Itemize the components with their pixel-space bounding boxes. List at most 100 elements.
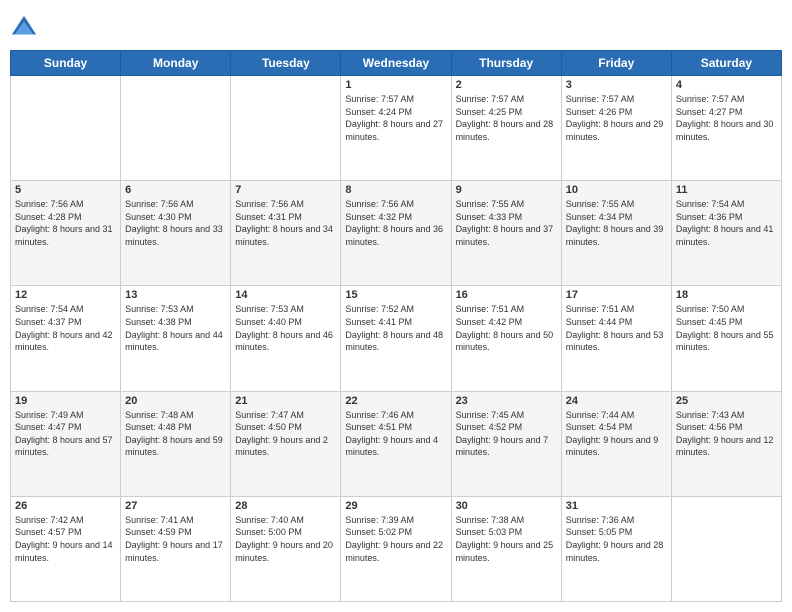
day-info: Sunrise: 7:53 AM Sunset: 4:40 PM Dayligh… [235,303,336,353]
calendar-cell-4-2: 20Sunrise: 7:48 AM Sunset: 4:48 PM Dayli… [121,391,231,496]
day-info: Sunrise: 7:56 AM Sunset: 4:32 PM Dayligh… [345,198,446,248]
day-info: Sunrise: 7:47 AM Sunset: 4:50 PM Dayligh… [235,409,336,459]
day-info: Sunrise: 7:55 AM Sunset: 4:33 PM Dayligh… [456,198,557,248]
weekday-header-thursday: Thursday [451,51,561,76]
weekday-header-sunday: Sunday [11,51,121,76]
day-info: Sunrise: 7:54 AM Sunset: 4:36 PM Dayligh… [676,198,777,248]
calendar-cell-3-7: 18 Sunrise: 7:50 AM Sunset: 4:45 PM Dayli… [671,286,781,391]
day-info: Sunrise: 7:45 AM Sunset: 4:52 PM Dayligh… [456,409,557,459]
day-number: 24 [566,395,667,407]
calendar-cell-3-3: 14 Sunrise: 7:53 AM Sunset: 4:40 PM Dayli… [231,286,341,391]
calendar-cell-4-4: 22Sunrise: 7:46 AM Sunset: 4:51 PM Dayli… [341,391,451,496]
calendar-body: 1 Sunrise: 7:57 AM Sunset: 4:24 PM Daylig… [11,76,782,602]
day-info: Sunrise: 7:46 AM Sunset: 4:51 PM Dayligh… [345,409,446,459]
calendar-cell-3-2: 13 Sunrise: 7:53 AM Sunset: 4:38 PM Dayli… [121,286,231,391]
calendar-cell-2-1: 5 Sunrise: 7:56 AM Sunset: 4:28 PM Daylig… [11,181,121,286]
calendar-cell-2-2: 6 Sunrise: 7:56 AM Sunset: 4:30 PM Daylig… [121,181,231,286]
day-number: 18 [676,289,777,301]
calendar-week-4: 19Sunrise: 7:49 AM Sunset: 4:47 PM Dayli… [11,391,782,496]
day-info: Sunrise: 7:38 AM Sunset: 5:03 PM Dayligh… [456,514,557,564]
day-info: Sunrise: 7:57 AM Sunset: 4:24 PM Dayligh… [345,93,446,143]
calendar-cell-5-7 [671,496,781,601]
calendar-cell-3-4: 15 Sunrise: 7:52 AM Sunset: 4:41 PM Dayli… [341,286,451,391]
day-number: 13 [125,289,226,301]
calendar-cell-5-4: 29Sunrise: 7:39 AM Sunset: 5:02 PM Dayli… [341,496,451,601]
day-number: 9 [456,184,557,196]
day-info: Sunrise: 7:51 AM Sunset: 4:42 PM Dayligh… [456,303,557,353]
day-number: 1 [345,79,446,91]
day-info: Sunrise: 7:50 AM Sunset: 4:45 PM Dayligh… [676,303,777,353]
logo [10,14,40,42]
day-info: Sunrise: 7:36 AM Sunset: 5:05 PM Dayligh… [566,514,667,564]
calendar-cell-4-5: 23 Sunrise: 7:45 AM Sunset: 4:52 PM Dayli… [451,391,561,496]
day-info: Sunrise: 7:56 AM Sunset: 4:30 PM Dayligh… [125,198,226,248]
calendar-cell-5-5: 30 Sunrise: 7:38 AM Sunset: 5:03 PM Dayli… [451,496,561,601]
calendar-cell-2-7: 11 Sunrise: 7:54 AM Sunset: 4:36 PM Dayli… [671,181,781,286]
day-info: Sunrise: 7:39 AM Sunset: 5:02 PM Dayligh… [345,514,446,564]
day-number: 12 [15,289,116,301]
calendar-cell-1-2 [121,76,231,181]
calendar-header: SundayMondayTuesdayWednesdayThursdayFrid… [11,51,782,76]
calendar-cell-2-6: 10 Sunrise: 7:55 AM Sunset: 4:34 PM Dayli… [561,181,671,286]
day-number: 21 [235,395,336,407]
day-info: Sunrise: 7:57 AM Sunset: 4:25 PM Dayligh… [456,93,557,143]
day-number: 4 [676,79,777,91]
day-number: 2 [456,79,557,91]
day-number: 14 [235,289,336,301]
day-number: 10 [566,184,667,196]
day-number: 11 [676,184,777,196]
day-number: 26 [15,500,116,512]
day-info: Sunrise: 7:52 AM Sunset: 4:41 PM Dayligh… [345,303,446,353]
calendar-week-2: 5 Sunrise: 7:56 AM Sunset: 4:28 PM Daylig… [11,181,782,286]
calendar-cell-4-3: 21 Sunrise: 7:47 AM Sunset: 4:50 PM Dayli… [231,391,341,496]
calendar-cell-1-7: 4 Sunrise: 7:57 AM Sunset: 4:27 PM Daylig… [671,76,781,181]
weekday-header-friday: Friday [561,51,671,76]
day-info: Sunrise: 7:56 AM Sunset: 4:28 PM Dayligh… [15,198,116,248]
calendar-cell-4-6: 24 Sunrise: 7:44 AM Sunset: 4:54 PM Dayli… [561,391,671,496]
day-number: 20 [125,395,226,407]
calendar-table: SundayMondayTuesdayWednesdayThursdayFrid… [10,50,782,602]
calendar-cell-1-4: 1 Sunrise: 7:57 AM Sunset: 4:24 PM Daylig… [341,76,451,181]
day-number: 31 [566,500,667,512]
calendar-cell-5-6: 31 Sunrise: 7:36 AM Sunset: 5:05 PM Dayli… [561,496,671,601]
day-info: Sunrise: 7:56 AM Sunset: 4:31 PM Dayligh… [235,198,336,248]
day-info: Sunrise: 7:57 AM Sunset: 4:27 PM Dayligh… [676,93,777,143]
day-number: 25 [676,395,777,407]
calendar-cell-2-4: 8 Sunrise: 7:56 AM Sunset: 4:32 PM Daylig… [341,181,451,286]
day-number: 16 [456,289,557,301]
weekday-header-tuesday: Tuesday [231,51,341,76]
day-number: 19 [15,395,116,407]
day-info: Sunrise: 7:40 AM Sunset: 5:00 PM Dayligh… [235,514,336,564]
calendar-cell-4-1: 19Sunrise: 7:49 AM Sunset: 4:47 PM Dayli… [11,391,121,496]
calendar-week-5: 26 Sunrise: 7:42 AM Sunset: 4:57 PM Dayli… [11,496,782,601]
day-info: Sunrise: 7:53 AM Sunset: 4:38 PM Dayligh… [125,303,226,353]
calendar-cell-1-6: 3Sunrise: 7:57 AM Sunset: 4:26 PM Daylig… [561,76,671,181]
calendar-cell-2-5: 9 Sunrise: 7:55 AM Sunset: 4:33 PM Daylig… [451,181,561,286]
day-number: 30 [456,500,557,512]
logo-icon [10,14,38,42]
calendar-cell-4-7: 25 Sunrise: 7:43 AM Sunset: 4:56 PM Dayli… [671,391,781,496]
calendar-cell-5-1: 26 Sunrise: 7:42 AM Sunset: 4:57 PM Dayli… [11,496,121,601]
day-info: Sunrise: 7:54 AM Sunset: 4:37 PM Dayligh… [15,303,116,353]
day-info: Sunrise: 7:41 AM Sunset: 4:59 PM Dayligh… [125,514,226,564]
day-number: 15 [345,289,446,301]
calendar-week-1: 1 Sunrise: 7:57 AM Sunset: 4:24 PM Daylig… [11,76,782,181]
day-info: Sunrise: 7:43 AM Sunset: 4:56 PM Dayligh… [676,409,777,459]
day-info: Sunrise: 7:44 AM Sunset: 4:54 PM Dayligh… [566,409,667,459]
day-info: Sunrise: 7:57 AM Sunset: 4:26 PM Dayligh… [566,93,667,143]
calendar-cell-2-3: 7Sunrise: 7:56 AM Sunset: 4:31 PM Daylig… [231,181,341,286]
calendar-cell-3-6: 17Sunrise: 7:51 AM Sunset: 4:44 PM Dayli… [561,286,671,391]
day-info: Sunrise: 7:55 AM Sunset: 4:34 PM Dayligh… [566,198,667,248]
day-number: 27 [125,500,226,512]
day-info: Sunrise: 7:42 AM Sunset: 4:57 PM Dayligh… [15,514,116,564]
day-number: 6 [125,184,226,196]
day-number: 23 [456,395,557,407]
day-number: 17 [566,289,667,301]
calendar-cell-3-5: 16 Sunrise: 7:51 AM Sunset: 4:42 PM Dayli… [451,286,561,391]
weekday-header-monday: Monday [121,51,231,76]
weekday-header-row: SundayMondayTuesdayWednesdayThursdayFrid… [11,51,782,76]
day-number: 5 [15,184,116,196]
day-number: 8 [345,184,446,196]
weekday-header-wednesday: Wednesday [341,51,451,76]
day-number: 28 [235,500,336,512]
